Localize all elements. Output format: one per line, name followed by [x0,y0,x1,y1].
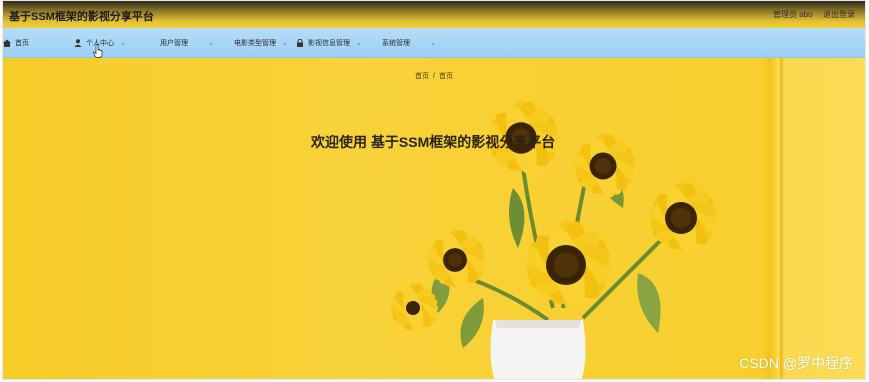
nav-item-label: 首页 [15,39,29,47]
main-navbar: 首页 个人中心 ⌄ 用户管理 ⌄ 电影类型管理 ⌄ 影视信息管理 ⌄ 系统管理 … [3,28,865,58]
top-header: 基于SSM框架的影视分享平台 管理员 abo 退出登录 [3,1,865,28]
welcome-heading: 欢迎使用 基于SSM框架的影视分享平台 [311,134,556,150]
chevron-down-icon: ⌄ [120,39,126,47]
csdn-watermark: CSDN @罗中程序 [739,355,853,371]
system-title: 基于SSM框架的影视分享平台 [9,11,154,23]
nav-item-movie-type-management[interactable]: 电影类型管理 ⌄ [222,28,288,57]
nav-item-system-management[interactable]: 系统管理 ⌄ [370,28,436,57]
chevron-down-icon: ⌄ [356,39,362,47]
grid-icon [370,39,378,47]
grid-icon [148,39,156,47]
app-frame: 基于SSM框架的影视分享平台 管理员 abo 退出登录 首页 个人中心 ⌄ 用户… [2,0,866,380]
nav-item-home[interactable]: 首页 [3,28,29,57]
hand-cursor-icon [93,44,103,58]
person-icon [74,38,82,47]
logout-link[interactable]: 退出登录 [823,9,855,20]
nav-item-label: 电影类型管理 [234,39,276,47]
grid-icon [222,39,230,47]
home-icon [3,39,11,47]
nav-item-label: 影视信息管理 [308,39,350,47]
chevron-down-icon: ⌄ [430,39,436,47]
current-user: 管理员 abo [773,10,813,19]
nav-item-user-management[interactable]: 用户管理 ⌄ [148,28,214,57]
nav-item-film-info-management[interactable]: 影视信息管理 ⌄ [296,28,362,57]
chevron-down-icon: ⌄ [282,39,288,47]
home-banner: 首页 / 首页 欢迎使用 基于SSM框架的影视分享平台 CSDN @罗中程序 [3,58,865,379]
sunflower-bouquet-image [389,98,719,379]
lock-icon [296,38,304,47]
nav-item-label: 用户管理 [160,39,188,47]
chevron-down-icon: ⌄ [208,39,214,47]
nav-item-label: 系统管理 [382,39,410,47]
